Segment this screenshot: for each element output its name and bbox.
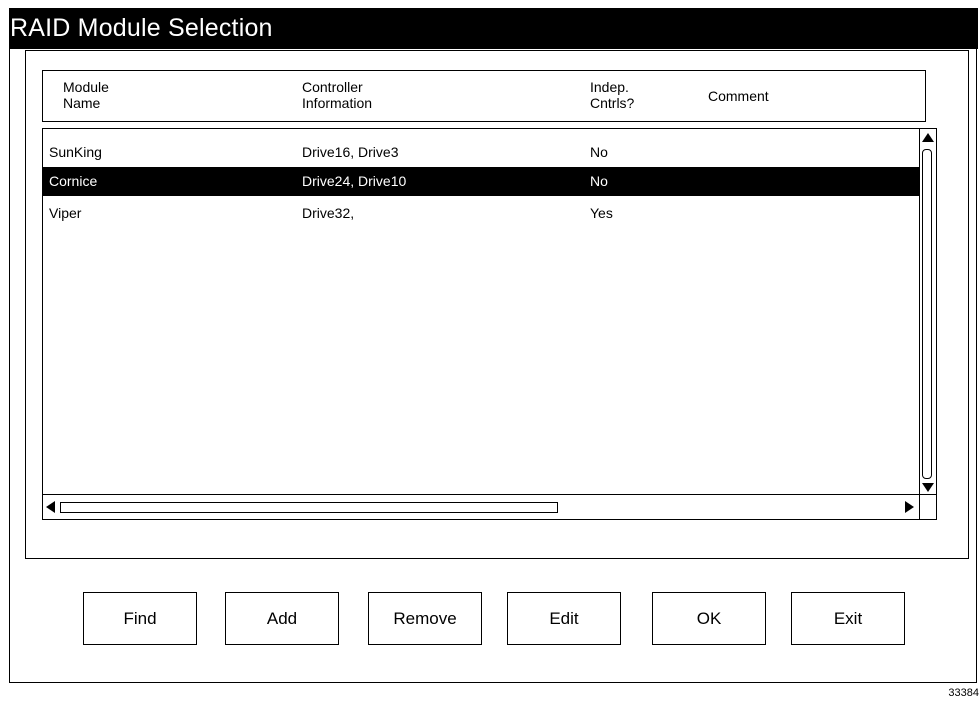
- figure-id: 33384: [948, 687, 979, 699]
- column-header-module-name-line2: Name: [63, 95, 101, 111]
- column-header-comment[interactable]: Comment: [708, 88, 769, 104]
- remove-button[interactable]: Remove: [368, 592, 482, 645]
- module-list[interactable]: SunKing Drive16, Drive3 No Cornice Drive…: [42, 128, 920, 495]
- column-header-controller-info-line2: Information: [302, 95, 373, 111]
- vertical-scroll-thumb[interactable]: [922, 149, 932, 479]
- scrollbar-corner: [919, 494, 937, 520]
- window-title: RAID Module Selection: [10, 14, 273, 42]
- column-header-indep-cntrls[interactable]: Indep. Cntrls?: [590, 79, 634, 111]
- find-button[interactable]: Find: [83, 592, 197, 645]
- table-row[interactable]: SunKing Drive16, Drive3 No: [43, 138, 919, 167]
- scroll-up-arrow-icon[interactable]: [922, 133, 934, 142]
- exit-button[interactable]: Exit: [791, 592, 905, 645]
- cell-controller-info: Drive24, Drive10: [302, 173, 407, 189]
- column-header-module-name-line1: Module: [63, 79, 109, 95]
- scroll-left-arrow-icon[interactable]: [46, 501, 55, 513]
- cell-module-name: Cornice: [49, 173, 98, 189]
- table-row-selected[interactable]: Cornice Drive24, Drive10 No: [43, 167, 919, 196]
- cell-controller-info: Drive16, Drive3: [302, 144, 399, 160]
- cell-module-name: Viper: [49, 205, 82, 221]
- table-header: Module Name Controller Information Indep…: [42, 70, 926, 122]
- column-header-controller-info-line1: Controller: [302, 79, 363, 95]
- column-header-indep-cntrls-line1: Indep.: [590, 79, 629, 95]
- ok-button[interactable]: OK: [652, 592, 766, 645]
- column-header-indep-cntrls-line2: Cntrls?: [590, 95, 635, 111]
- cell-indep-cntrls: Yes: [590, 205, 613, 221]
- table-row[interactable]: Viper Drive32, Yes: [43, 199, 919, 228]
- horizontal-scrollbar[interactable]: [42, 494, 920, 520]
- scroll-right-arrow-icon[interactable]: [905, 501, 914, 513]
- column-header-module-name[interactable]: Module Name: [63, 79, 109, 111]
- edit-button[interactable]: Edit: [507, 592, 621, 645]
- cell-controller-info: Drive32,: [302, 205, 355, 221]
- cell-indep-cntrls: No: [590, 144, 608, 160]
- add-button[interactable]: Add: [225, 592, 339, 645]
- cell-module-name: SunKing: [49, 144, 102, 160]
- title-bar: RAID Module Selection: [9, 8, 978, 49]
- scroll-down-arrow-icon[interactable]: [922, 483, 934, 492]
- cell-indep-cntrls: No: [590, 173, 608, 189]
- column-header-controller-info[interactable]: Controller Information: [302, 79, 372, 111]
- horizontal-scroll-thumb[interactable]: [60, 502, 558, 513]
- vertical-scrollbar[interactable]: [919, 128, 937, 495]
